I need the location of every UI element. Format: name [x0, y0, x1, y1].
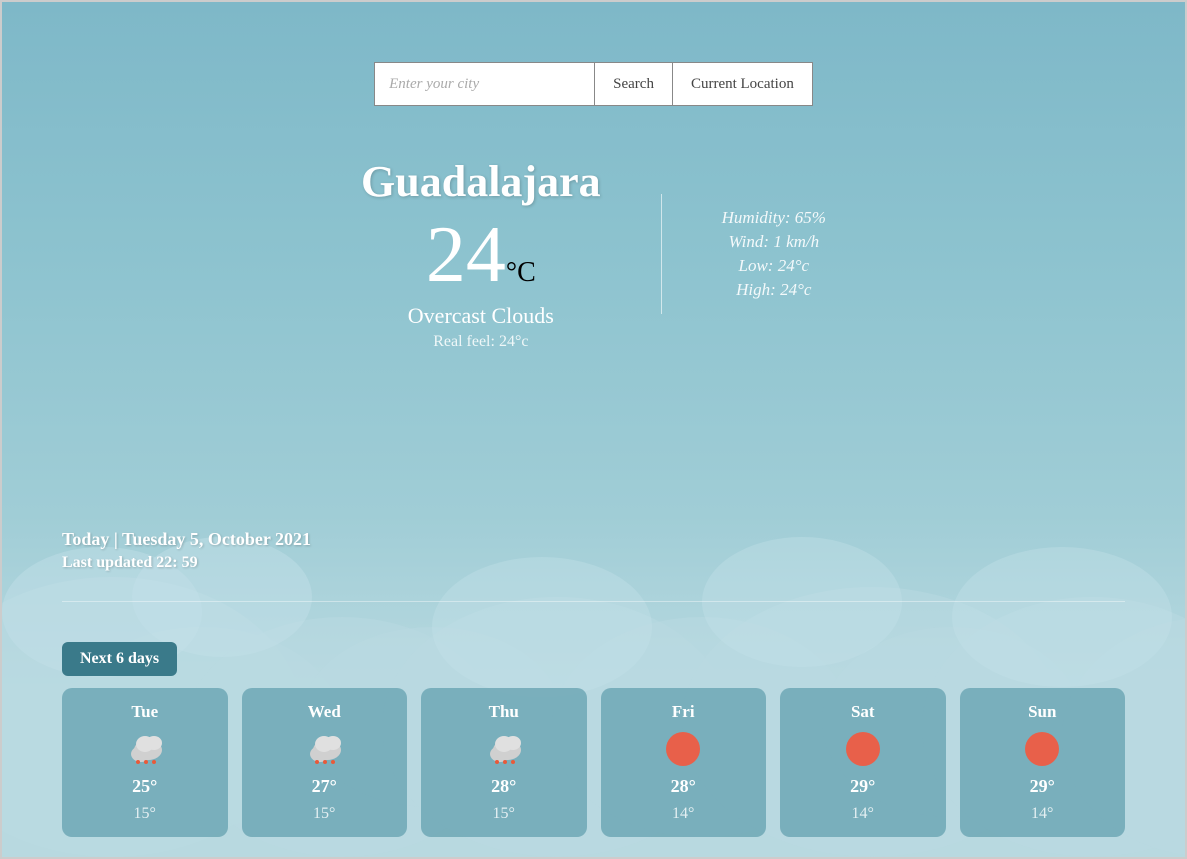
forecast-low-temp: 14° — [852, 805, 874, 823]
current-location-button[interactable]: Current Location — [672, 62, 813, 106]
forecast-day-name: Sat — [851, 702, 875, 722]
temperature-value: 24 — [426, 215, 506, 295]
forecast-low-temp: 15° — [493, 805, 515, 823]
forecast-card: Wed 27° 15° — [242, 688, 408, 837]
temperature-unit: °C — [506, 257, 536, 289]
forecast-low-temp: 14° — [672, 805, 694, 823]
forecast-card: Tue 25° 15° — [62, 688, 228, 837]
forecast-card: Sat 29° 14° — [780, 688, 946, 837]
today-date: Today | Tuesday 5, October 2021 — [62, 529, 311, 550]
rain-cloud-icon — [126, 730, 164, 768]
sun-icon — [664, 730, 702, 768]
search-area: Search Next 6 days Current Location — [2, 2, 1185, 106]
forecast-high-temp: 28° — [671, 776, 696, 797]
forecast-high-temp: 25° — [132, 776, 157, 797]
high-temp-stat: High: 24°c — [722, 280, 826, 300]
forecast-day-name: Wed — [308, 702, 341, 722]
forecast-high-temp: 28° — [491, 776, 516, 797]
next-days-label: Next 6 days — [62, 642, 177, 676]
city-name: Guadalajara — [361, 156, 601, 207]
forecast-high-temp: 29° — [850, 776, 875, 797]
rain-cloud-icon — [305, 730, 343, 768]
wind-stat: Wind: 1 km/h — [722, 232, 826, 252]
forecast-cards: Tue 25° 15° Wed 27° 15° Thu — [62, 688, 1125, 837]
weather-left: Guadalajara 24 °C Overcast Clouds Real f… — [361, 156, 601, 351]
low-temp-stat: Low: 24°c — [722, 256, 826, 276]
forecast-day-name: Tue — [131, 702, 158, 722]
date-info: Today | Tuesday 5, October 2021 Last upd… — [62, 529, 311, 572]
search-button[interactable]: Search — [594, 62, 672, 106]
weather-main: Guadalajara 24 °C Overcast Clouds Real f… — [2, 156, 1185, 351]
forecast-card: Thu 28° 15° — [421, 688, 587, 837]
forecast-section: Next 6 days Tue 25° 15° Wed 27° 15° Thu — [62, 642, 1125, 837]
forecast-low-temp: 15° — [134, 805, 156, 823]
humidity-stat: Humidity: 65% — [722, 208, 826, 228]
forecast-day-name: Fri — [672, 702, 695, 722]
stats-divider — [661, 194, 662, 314]
temperature-display: 24 °C — [426, 215, 536, 295]
rain-cloud-icon — [485, 730, 523, 768]
city-input[interactable] — [374, 62, 594, 106]
last-updated: Last updated 22: 59 — [62, 554, 311, 572]
weather-stats: Humidity: 65% Wind: 1 km/h Low: 24°c Hig… — [722, 208, 826, 300]
sun-icon — [844, 730, 882, 768]
weather-condition: Overcast Clouds — [408, 303, 554, 329]
sun-icon — [1023, 730, 1061, 768]
forecast-card: Sun 29° 14° — [960, 688, 1126, 837]
forecast-low-temp: 14° — [1031, 805, 1053, 823]
real-feel: Real feel: 24°c — [433, 333, 528, 351]
app-container: Search Next 6 days Current Location Guad… — [0, 0, 1187, 859]
forecast-day-name: Thu — [489, 702, 519, 722]
forecast-card: Fri 28° 14° — [601, 688, 767, 837]
section-divider — [62, 601, 1125, 602]
forecast-low-temp: 15° — [313, 805, 335, 823]
forecast-high-temp: 27° — [312, 776, 337, 797]
forecast-day-name: Sun — [1028, 702, 1056, 722]
forecast-high-temp: 29° — [1030, 776, 1055, 797]
